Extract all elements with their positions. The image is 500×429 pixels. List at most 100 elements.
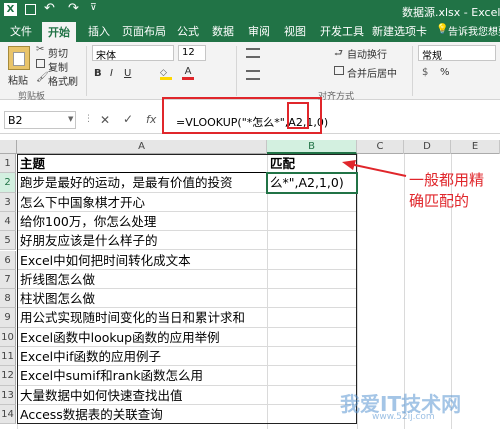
save-icon[interactable] [25, 4, 36, 15]
cell-topic[interactable]: Excel中如何把时间转化成文本 [17, 251, 267, 270]
paste-button[interactable]: 粘贴 [8, 72, 28, 87]
wrap-text-button[interactable]: 自动换行 [347, 46, 387, 61]
cancel-icon[interactable]: ✕ [100, 113, 110, 127]
row-header[interactable]: 14 [0, 404, 16, 425]
tab-page-layout[interactable]: 页面布局 [122, 23, 166, 39]
watermark-logo: 我爱IT技术网 www.52ij.com [300, 384, 500, 429]
cell-match[interactable] [267, 366, 357, 386]
qat-customize-icon[interactable]: ⊽ [90, 3, 97, 13]
tab-view[interactable]: 视图 [284, 23, 306, 39]
row-header[interactable]: 11 [0, 347, 16, 367]
tell-me-search[interactable]: 告诉我您想要做 [448, 23, 500, 38]
tab-developer[interactable]: 开发工具 [320, 23, 364, 39]
cell-topic[interactable]: 跑步是最好的运动，是最有价值的投资 [17, 173, 267, 193]
row-header[interactable]: 9 [0, 308, 16, 328]
cell-match[interactable] [267, 212, 357, 232]
font-size-select[interactable]: 12 [178, 45, 206, 61]
row-header[interactable]: 6 [0, 250, 16, 270]
select-all-corner[interactable] [0, 140, 17, 154]
cell-topic[interactable]: 用公式实现随时间变化的当日和累计求和 [17, 308, 267, 328]
row-header[interactable]: 13 [0, 385, 16, 405]
format-painter-icon[interactable]: 🖌 [36, 72, 49, 83]
alignment-group-label: 对齐方式 [318, 92, 355, 102]
cell-match[interactable] [267, 231, 357, 251]
header-cell-topic[interactable]: 主题 [17, 154, 267, 174]
row-header[interactable]: 2 [0, 173, 16, 193]
cut-button[interactable]: 剪切 [48, 45, 68, 60]
insert-function-icon[interactable]: fx [146, 113, 156, 126]
cell-topic[interactable]: 大量数据中如何快速查找出值 [17, 386, 267, 405]
font-color-icon[interactable]: A [182, 66, 194, 80]
column-header-d[interactable]: D [404, 140, 451, 154]
copy-button[interactable]: 复制 [48, 59, 68, 74]
name-box[interactable]: B2 [4, 111, 76, 129]
column-header-e[interactable]: E [451, 140, 500, 154]
currency-icon[interactable]: $ [422, 67, 428, 78]
cell-match[interactable] [267, 270, 357, 290]
percent-button[interactable]: % [440, 67, 450, 78]
align-lines-icon[interactable] [246, 48, 260, 58]
formula-bar-grip-icon[interactable]: ⋮ [84, 114, 93, 124]
tab-new-tab[interactable]: 新建选项卡 [372, 23, 427, 39]
cell-topic[interactable]: Access数据表的关联查询 [17, 405, 267, 425]
cell-topic[interactable]: Excel函数中lookup函数的应用举例 [17, 328, 267, 347]
cell-match[interactable] [267, 251, 357, 270]
annotation-arrow [342, 160, 407, 177]
excel-logo-icon: X [4, 3, 17, 16]
row-header[interactable]: 12 [0, 366, 16, 386]
paste-icon[interactable] [8, 46, 30, 70]
name-box-dropdown-icon[interactable]: ▼ [68, 115, 73, 123]
scissors-icon[interactable]: ✂ [36, 44, 44, 55]
align-center-icon[interactable] [246, 70, 260, 80]
underline-button[interactable]: U [124, 68, 131, 79]
row-header[interactable]: 10 [0, 327, 16, 347]
tab-review[interactable]: 审阅 [248, 23, 270, 39]
cell-match[interactable] [267, 289, 357, 309]
cell-match[interactable] [267, 347, 357, 367]
enter-icon[interactable]: ✓ [123, 112, 133, 126]
cell-topic[interactable]: 折线图怎么做 [17, 270, 267, 290]
annotation-line2: 确匹配的 [409, 192, 470, 210]
column-header-c[interactable]: C [357, 140, 404, 154]
ribbon-tabs: 文件 开始 插入 页面布局 公式 数据 审阅 视图 开发工具 新建选项卡 💡 告… [0, 20, 500, 42]
row-header[interactable]: 3 [0, 192, 16, 212]
bold-button[interactable]: B [94, 68, 102, 79]
number-format-select[interactable]: 常规 [418, 45, 496, 62]
undo-icon[interactable]: ↶ [44, 1, 55, 16]
cell-match[interactable] [267, 308, 357, 328]
number-format-value: 常规 [422, 51, 442, 62]
merge-center-icon[interactable] [334, 66, 344, 75]
row-header[interactable]: 7 [0, 269, 16, 290]
copy-icon[interactable] [36, 59, 45, 68]
column-header-b[interactable]: B [267, 140, 357, 154]
format-painter-button[interactable]: 格式刷 [48, 73, 78, 88]
tab-insert[interactable]: 插入 [88, 23, 110, 39]
cell-topic[interactable]: 柱状图怎么做 [17, 289, 267, 309]
redo-icon[interactable]: ↷ [68, 1, 79, 16]
row-header[interactable]: 5 [0, 231, 16, 251]
row-header[interactable]: 8 [0, 289, 16, 309]
cell-topic[interactable]: Excel中if函数的应用例子 [17, 347, 267, 367]
tab-data[interactable]: 数据 [212, 23, 234, 39]
font-name-select[interactable]: 宋体 [92, 45, 174, 62]
tab-formulas[interactable]: 公式 [177, 23, 199, 39]
cell-match[interactable] [267, 193, 357, 212]
merge-center-button[interactable]: 合并后居中 [347, 65, 397, 80]
row-header[interactable]: 4 [0, 211, 16, 232]
italic-button[interactable]: I [110, 68, 113, 79]
divider [236, 46, 237, 96]
divider [86, 46, 87, 96]
fill-color-icon[interactable]: ◇ [160, 68, 172, 80]
tab-file[interactable]: 文件 [10, 23, 32, 39]
tab-home[interactable]: 开始 [42, 22, 76, 42]
cell-topic[interactable]: Excel中sumif和rank函数怎么用 [17, 366, 267, 386]
lightbulb-icon: 💡 [436, 24, 449, 35]
row-header[interactable]: 1 [0, 154, 16, 174]
cell-topic[interactable]: 给你100万，你怎么处理 [17, 212, 267, 232]
cell-match[interactable] [267, 328, 357, 347]
font-name-value: 宋体 [96, 51, 116, 62]
cell-topic[interactable]: 怎么下中国象棋才开心 [17, 193, 267, 212]
cell-topic[interactable]: 好朋友应该是什么样子的 [17, 231, 267, 251]
wrap-text-icon[interactable]: ⮐ [334, 46, 343, 63]
column-header-a[interactable]: A [17, 140, 267, 154]
